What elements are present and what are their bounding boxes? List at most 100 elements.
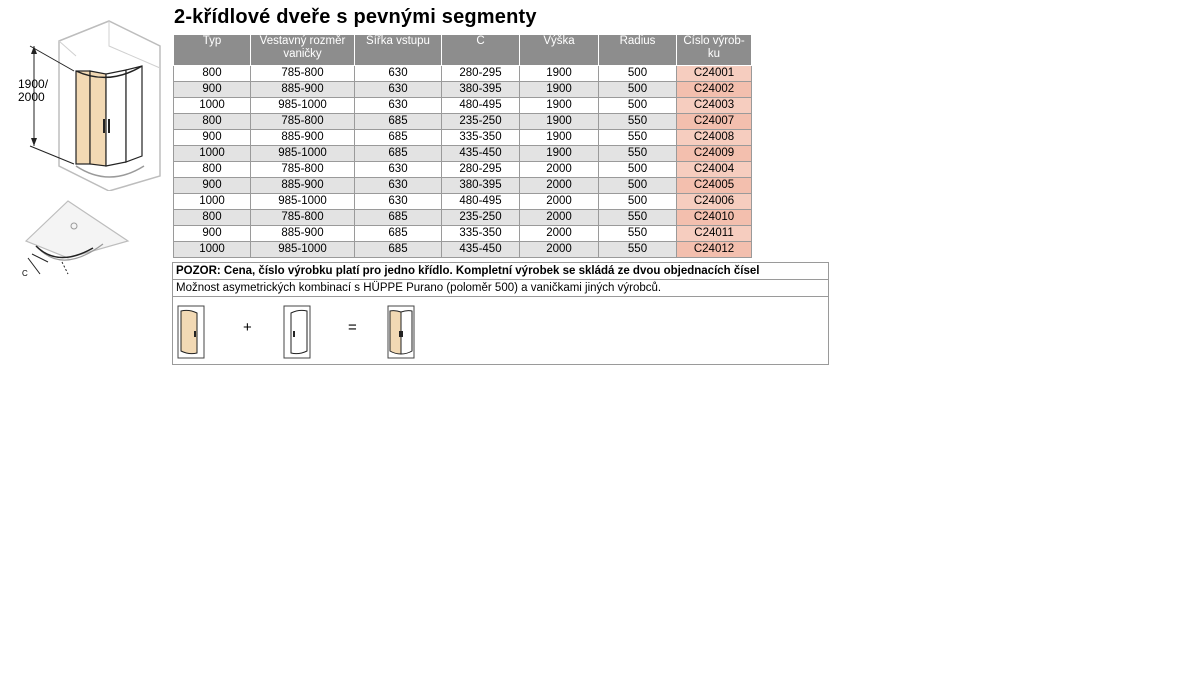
table-row: 1000 985-1000 685 435-450 2000 550 C24012 — [173, 241, 752, 258]
table-cell: 885-900 — [250, 81, 355, 98]
product-code-cell: C24008 — [676, 129, 752, 146]
product-code-cell: C24010 — [676, 209, 752, 226]
table-cell: 380-395 — [441, 81, 520, 98]
table-cell: 800 — [173, 209, 251, 226]
product-code-cell: C24002 — [676, 81, 752, 98]
floor-plan-illustration: C — [22, 200, 130, 278]
table-cell: 630 — [354, 177, 442, 194]
col-header-height: Výška — [519, 34, 599, 66]
table-cell: 335-350 — [441, 129, 520, 146]
table-row: 800 785-800 685 235-250 2000 550 C24010 — [173, 209, 752, 226]
table-cell: 480-495 — [441, 97, 520, 114]
table-cell: 500 — [598, 81, 677, 98]
height-label: 1900/ 2000 — [18, 77, 49, 104]
table-cell: 550 — [598, 209, 677, 226]
table-cell: 2000 — [519, 209, 599, 226]
table-cell: 500 — [598, 97, 677, 114]
table-cell: 280-295 — [441, 65, 520, 82]
table-row: 900 885-900 630 380-395 2000 500 C24005 — [173, 177, 752, 194]
table-cell: 480-495 — [441, 193, 520, 210]
product-code-cell: C24006 — [676, 193, 752, 210]
table-cell: 1900 — [519, 113, 599, 130]
table-cell: 800 — [173, 65, 251, 82]
product-code-cell: C24007 — [676, 113, 752, 130]
table-cell: 435-450 — [441, 241, 520, 258]
right-wing-icon — [283, 305, 311, 359]
table-cell: 630 — [354, 193, 442, 210]
table-cell: 2000 — [519, 193, 599, 210]
table-cell: 685 — [354, 129, 442, 146]
table-cell: 800 — [173, 113, 251, 130]
equals-sign: = — [348, 319, 357, 336]
table-cell: 2000 — [519, 225, 599, 242]
table-cell: 985-1000 — [250, 97, 355, 114]
table-cell: 785-800 — [250, 65, 355, 82]
table-cell: 2000 — [519, 161, 599, 178]
table-cell: 2000 — [519, 177, 599, 194]
table-cell: 885-900 — [250, 225, 355, 242]
col-header-product-code: Číslo výrob-ku — [676, 34, 752, 66]
table-cell: 900 — [173, 129, 251, 146]
table-row: 900 885-900 630 380-395 1900 500 C24002 — [173, 81, 752, 98]
table-cell: 550 — [598, 145, 677, 162]
table-cell: 985-1000 — [250, 145, 355, 162]
table-cell: 500 — [598, 193, 677, 210]
table-cell: 2000 — [519, 241, 599, 258]
table-cell: 885-900 — [250, 177, 355, 194]
table-cell: 1000 — [173, 97, 251, 114]
c-dimension-label: C — [22, 269, 28, 278]
product-code-cell: C24004 — [676, 161, 752, 178]
table-cell: 235-250 — [441, 113, 520, 130]
table-cell: 630 — [354, 97, 442, 114]
product-code-cell: C24005 — [676, 177, 752, 194]
left-wing-icon — [177, 305, 205, 359]
product-code-cell: C24012 — [676, 241, 752, 258]
table-header-row: Typ Vestavný rozměr vaničky Šířka vstupu … — [173, 34, 752, 66]
table-cell: 380-395 — [441, 177, 520, 194]
table-cell: 1900 — [519, 65, 599, 82]
combination-illustration: + = — [173, 297, 828, 365]
table-cell: 785-800 — [250, 113, 355, 130]
combined-cabin-icon — [387, 305, 415, 359]
col-header-radius: Radius — [598, 34, 677, 66]
plus-sign: + — [243, 319, 252, 336]
product-code-cell: C24009 — [676, 145, 752, 162]
table-cell: 1000 — [173, 145, 251, 162]
table-row: 1000 985-1000 685 435-450 1900 550 C24009 — [173, 145, 752, 162]
col-header-c: C — [441, 34, 520, 66]
table-cell: 1000 — [173, 193, 251, 210]
table-row: 800 785-800 685 235-250 1900 550 C24007 — [173, 113, 752, 130]
table-cell: 550 — [598, 241, 677, 258]
table-cell: 985-1000 — [250, 193, 355, 210]
table-cell: 630 — [354, 65, 442, 82]
col-header-tray-size: Vestavný rozměr vaničky — [250, 34, 355, 66]
col-header-typ: Typ — [173, 34, 251, 66]
table-cell: 280-295 — [441, 161, 520, 178]
table-cell: 985-1000 — [250, 241, 355, 258]
warning-note: POZOR: Cena, číslo výrobku platí pro jed… — [173, 263, 828, 280]
table-cell: 550 — [598, 225, 677, 242]
table-cell: 550 — [598, 129, 677, 146]
table-cell: 630 — [354, 81, 442, 98]
table-cell: 800 — [173, 161, 251, 178]
page-title: 2-křídlové dveře s pevnými segmenty — [174, 6, 537, 28]
table-cell: 1900 — [519, 145, 599, 162]
table-row: 1000 985-1000 630 480-495 1900 500 C24003 — [173, 97, 752, 114]
product-spec-table: Typ Vestavný rozměr vaničky Šířka vstupu … — [173, 34, 752, 258]
table-cell: 785-800 — [250, 209, 355, 226]
table-cell: 335-350 — [441, 225, 520, 242]
table-cell: 785-800 — [250, 161, 355, 178]
table-cell: 630 — [354, 161, 442, 178]
table-cell: 685 — [354, 241, 442, 258]
table-cell: 1900 — [519, 81, 599, 98]
col-header-entry-width: Šířka vstupu — [354, 34, 442, 66]
table-cell: 885-900 — [250, 129, 355, 146]
table-row: 800 785-800 630 280-295 1900 500 C24001 — [173, 65, 752, 82]
table-cell: 900 — [173, 225, 251, 242]
table-cell: 685 — [354, 113, 442, 130]
table-cell: 685 — [354, 145, 442, 162]
table-cell: 1900 — [519, 129, 599, 146]
notes-box: POZOR: Cena, číslo výrobku platí pro jed… — [172, 262, 829, 365]
table-cell: 900 — [173, 81, 251, 98]
asymmetric-note: Možnost asymetrických kombinací s HÜPPE … — [173, 280, 828, 297]
